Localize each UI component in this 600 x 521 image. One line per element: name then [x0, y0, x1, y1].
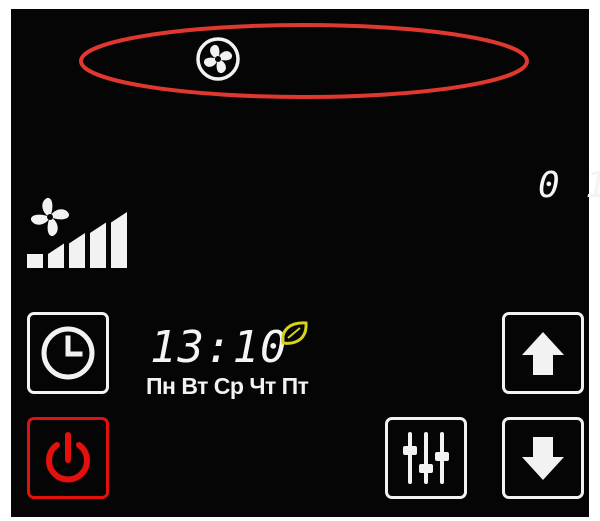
highlight-ring — [78, 20, 530, 102]
down-button[interactable] — [502, 417, 584, 499]
clock-time-display: 13:10 — [150, 322, 288, 373]
fan-icon[interactable] — [195, 36, 241, 82]
mode-number-display: 0 1 — [538, 165, 600, 206]
speed-bar-2 — [48, 243, 64, 268]
speed-bar-5 — [111, 212, 127, 268]
arrow-up-icon — [522, 332, 564, 375]
speed-bar-1 — [27, 254, 43, 268]
speed-bar-4 — [90, 222, 106, 268]
power-button[interactable] — [27, 417, 109, 499]
timer-button[interactable] — [27, 312, 109, 394]
eco-leaf-icon — [278, 318, 312, 348]
fan-speed-bars[interactable] — [27, 209, 131, 269]
power-icon — [46, 432, 90, 483]
settings-button[interactable] — [385, 417, 467, 499]
up-button[interactable] — [502, 312, 584, 394]
speed-bar-3 — [69, 233, 85, 268]
weekdays-label: Пн Вт Ср Чт Пт — [146, 373, 309, 399]
arrow-down-icon — [522, 437, 564, 480]
sliders-icon — [403, 432, 449, 484]
clock-icon — [41, 326, 95, 380]
